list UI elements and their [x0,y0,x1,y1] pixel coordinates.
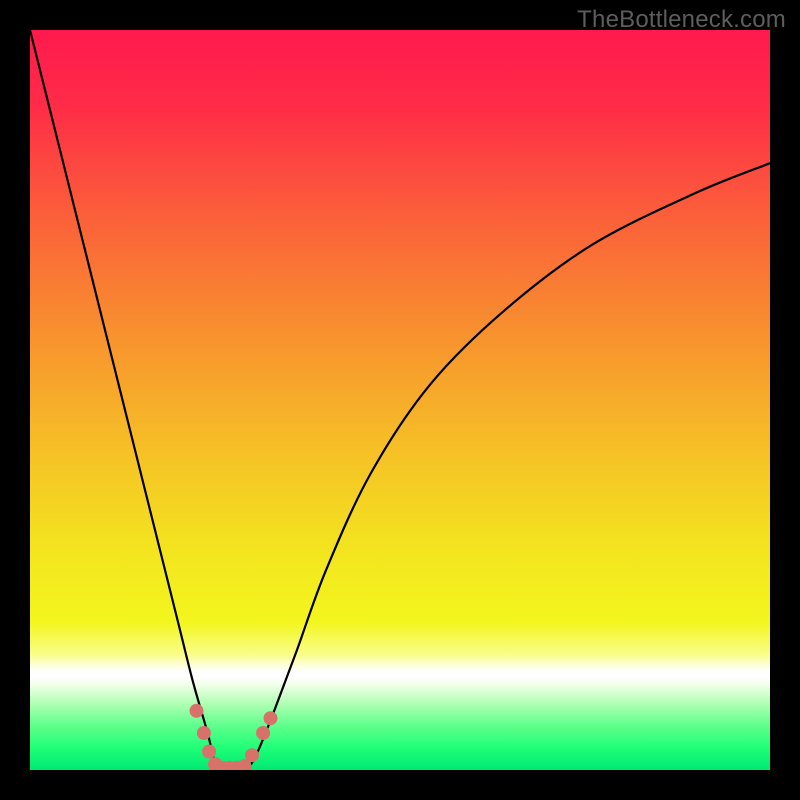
curve-marker [256,726,270,740]
curve-marker [245,748,259,762]
curve-markers [190,704,278,770]
curve-marker [202,745,216,759]
plot-area [30,30,770,770]
curve-marker [197,726,211,740]
watermark-text: TheBottleneck.com [577,6,786,34]
chart-frame: TheBottleneck.com [0,0,800,800]
curve-marker [190,704,204,718]
curve-marker [264,711,278,725]
curve-layer [30,30,770,770]
bottleneck-curve [30,30,770,770]
